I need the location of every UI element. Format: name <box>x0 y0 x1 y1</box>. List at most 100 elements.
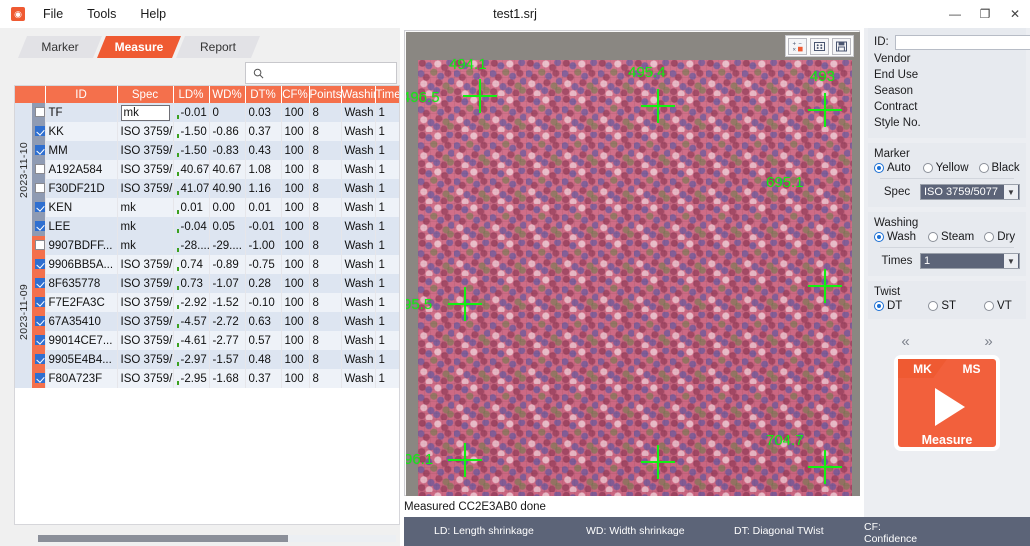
cell-washing[interactable]: Wash <box>341 350 375 369</box>
cell-washing[interactable]: Wash <box>341 141 375 160</box>
cell-spec[interactable]: ISO 3759/ <box>117 141 173 160</box>
cell-dt[interactable]: 0.37 <box>245 122 281 141</box>
header-ld[interactable]: LD% <box>173 86 209 103</box>
row-checkbox-cell[interactable] <box>31 312 45 331</box>
cell-times[interactable]: 1 <box>375 141 400 160</box>
measure-button[interactable]: MK MS Measure <box>898 359 996 447</box>
cell-wd[interactable]: 40.90 <box>209 179 245 198</box>
cell-dt[interactable]: 0.37 <box>245 369 281 388</box>
cell-ld[interactable]: -0.04 <box>173 217 209 236</box>
cell-id[interactable]: TF <box>45 103 117 122</box>
row-checkbox[interactable] <box>35 240 45 250</box>
cell-spec[interactable]: ISO 3759/ <box>117 369 173 388</box>
cell-points[interactable]: 8 <box>309 122 341 141</box>
row-checkbox-cell[interactable] <box>31 236 45 255</box>
twist-option-vt[interactable]: VT <box>984 300 1012 312</box>
header-washing[interactable]: Washing <box>341 86 375 103</box>
cell-dt[interactable]: 1.08 <box>245 160 281 179</box>
cell-times[interactable]: 1 <box>375 160 400 179</box>
cell-spec[interactable]: mk <box>117 236 173 255</box>
cell-ld[interactable]: -28.... <box>173 236 209 255</box>
cell-spec[interactable]: ISO 3759/ <box>117 255 173 274</box>
row-checkbox[interactable] <box>35 126 45 136</box>
cell-cf[interactable]: 100 <box>281 179 309 198</box>
table-row[interactable]: 8F635778ISO 3759/0.73-1.070.281008Wash1 <box>15 274 400 293</box>
cell-dt[interactable]: 0.43 <box>245 141 281 160</box>
grid-icon[interactable] <box>810 38 829 55</box>
cell-washing[interactable]: Wash <box>341 369 375 388</box>
row-checkbox[interactable] <box>35 259 45 269</box>
cell-times[interactable]: 1 <box>375 179 400 198</box>
radio-dt-icon[interactable] <box>874 301 884 311</box>
cell-dt[interactable]: 0.03 <box>245 103 281 122</box>
cell-times[interactable]: 1 <box>375 198 400 217</box>
table-row[interactable]: F80A723FISO 3759/-2.95-1.680.371008Wash1 <box>15 369 400 388</box>
chevron-down-icon[interactable]: ▼ <box>1004 185 1018 199</box>
cell-spec[interactable]: ISO 3759/ <box>117 160 173 179</box>
cell-cf[interactable]: 100 <box>281 369 309 388</box>
header-cf[interactable]: CF% <box>281 86 309 103</box>
cell-washing[interactable]: Wash <box>341 179 375 198</box>
row-checkbox-cell[interactable] <box>31 141 45 160</box>
cell-id[interactable]: 9906BB5A... <box>45 255 117 274</box>
cell-points[interactable]: 8 <box>309 350 341 369</box>
marker-option-yellow[interactable]: Yellow <box>923 162 969 174</box>
washing-option-wash[interactable]: Wash <box>874 231 916 243</box>
table-row[interactable]: 9906BB5A...ISO 3759/0.74-0.89-0.751008Wa… <box>15 255 400 274</box>
cell-id[interactable]: KK <box>45 122 117 141</box>
cell-spec[interactable]: ISO 3759/ <box>117 274 173 293</box>
cell-washing[interactable]: Wash <box>341 103 375 122</box>
cell-wd[interactable]: 0 <box>209 103 245 122</box>
marker-option-black[interactable]: Black <box>979 162 1020 174</box>
cell-id[interactable]: A192A584 <box>45 160 117 179</box>
cell-id[interactable]: 9905E4B4... <box>45 350 117 369</box>
cell-times[interactable]: 1 <box>375 122 400 141</box>
cell-wd[interactable]: -1.68 <box>209 369 245 388</box>
cell-spec[interactable]: ISO 3759/ <box>117 312 173 331</box>
cell-dt[interactable]: 0.63 <box>245 312 281 331</box>
row-checkbox-cell[interactable] <box>31 122 45 141</box>
cell-ld[interactable]: 0.74 <box>173 255 209 274</box>
cell-points[interactable]: 8 <box>309 217 341 236</box>
id-input[interactable] <box>895 35 1030 50</box>
row-checkbox[interactable] <box>35 164 45 174</box>
radio-dry-icon[interactable] <box>984 232 994 242</box>
cell-ld[interactable]: 0.73 <box>173 274 209 293</box>
cell-washing[interactable]: Wash <box>341 122 375 141</box>
cell-cf[interactable]: 100 <box>281 217 309 236</box>
cell-washing[interactable]: Wash <box>341 217 375 236</box>
cell-dt[interactable]: -1.00 <box>245 236 281 255</box>
table-row[interactable]: LEEmk-0.040.05-0.011008Wash1 <box>15 217 400 236</box>
table-row[interactable]: 99014CE7...ISO 3759/-4.61-2.770.571008Wa… <box>15 331 400 350</box>
cell-cf[interactable]: 100 <box>281 141 309 160</box>
radio-auto-icon[interactable] <box>874 163 884 173</box>
cell-id[interactable]: 9907BDFF... <box>45 236 117 255</box>
table-row[interactable]: MMISO 3759/-1.50-0.830.431008Wash1 <box>15 141 400 160</box>
cell-points[interactable]: 8 <box>309 141 341 160</box>
cell-dt[interactable]: 0.28 <box>245 274 281 293</box>
row-checkbox-cell[interactable] <box>31 331 45 350</box>
cell-id[interactable]: 8F635778 <box>45 274 117 293</box>
row-checkbox[interactable] <box>35 183 45 193</box>
cell-dt[interactable]: -0.01 <box>245 217 281 236</box>
cell-dt[interactable]: 0.01 <box>245 198 281 217</box>
cell-spec[interactable]: ISO 3759/ <box>117 293 173 312</box>
row-checkbox-cell[interactable] <box>31 160 45 179</box>
cell-cf[interactable]: 100 <box>281 198 309 217</box>
cell-wd[interactable]: -0.89 <box>209 255 245 274</box>
row-checkbox-cell[interactable] <box>31 217 45 236</box>
minimize-button[interactable]: — <box>940 0 970 28</box>
cell-dt[interactable]: 1.16 <box>245 179 281 198</box>
cell-points[interactable]: 8 <box>309 103 341 122</box>
table-row[interactable]: KENmk0.010.000.011008Wash1 <box>15 198 400 217</box>
row-checkbox[interactable] <box>35 221 45 231</box>
cell-times[interactable]: 1 <box>375 293 400 312</box>
row-checkbox-cell[interactable] <box>31 293 45 312</box>
row-checkbox-cell[interactable] <box>31 198 45 217</box>
cell-id[interactable]: F7E2FA3C <box>45 293 117 312</box>
maximize-button[interactable]: ❐ <box>970 0 1000 28</box>
cell-points[interactable]: 8 <box>309 369 341 388</box>
cell-points[interactable]: 8 <box>309 293 341 312</box>
radio-wash-icon[interactable] <box>874 232 884 242</box>
table-row[interactable]: 2023-11-099907BDFF...mk-28....-29....-1.… <box>15 236 400 255</box>
